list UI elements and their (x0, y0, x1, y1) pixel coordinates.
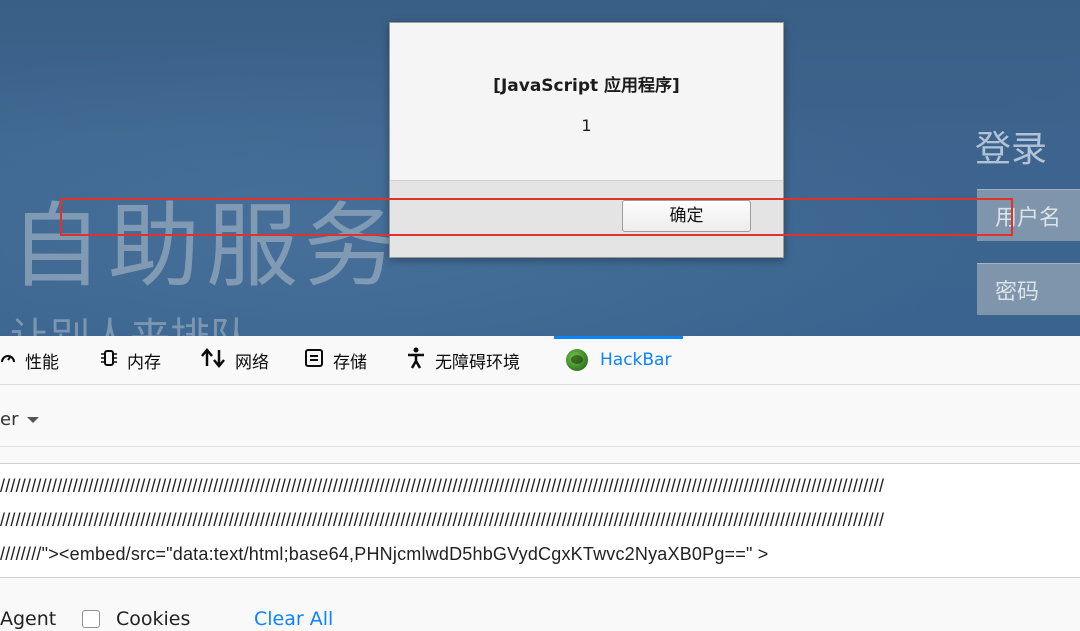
user-agent-label[interactable]: Agent (0, 608, 56, 630)
hackbar-toolbar: er (0, 396, 1080, 447)
cookies-checkbox[interactable] (82, 610, 100, 628)
storage-icon (304, 348, 324, 373)
url-line: ////////////////////////////////////////… (0, 476, 885, 496)
tab-label: HackBar (600, 350, 672, 370)
performance-icon (0, 350, 16, 371)
url-line: ////////////////////////////////////////… (0, 510, 885, 530)
accessibility-icon (406, 347, 426, 374)
tab-network[interactable]: 网络 (200, 336, 269, 384)
url-line: ////////"><embed/src="data:text/html;bas… (0, 544, 769, 564)
tab-performance[interactable]: 性能 (0, 336, 59, 384)
tab-hackbar[interactable]: HackBar (553, 336, 684, 384)
tab-label: 存储 (333, 352, 367, 373)
url-textarea[interactable]: ////////////////////////////////////////… (0, 463, 1080, 578)
tab-label: 无障碍环境 (435, 352, 520, 373)
tab-label: 性能 (25, 352, 59, 373)
dialog-message: 1 (581, 116, 592, 135)
clear-all-link[interactable]: Clear All (254, 608, 333, 630)
tab-storage[interactable]: 存储 (304, 336, 367, 384)
tab-memory[interactable]: 内存 (100, 336, 161, 384)
tab-label: 网络 (235, 352, 269, 373)
password-field[interactable]: 密码 (977, 263, 1080, 315)
tab-label: 内存 (127, 352, 161, 373)
dialog-title: [JavaScript 应用程序] (493, 76, 680, 96)
tab-accessibility[interactable]: 无障碍环境 (406, 336, 520, 384)
hackbar-options-row: Agent Cookies Clear All (0, 598, 1080, 631)
devtools-panel: 性能 内存 网络 存储 无障碍环境 HackBar er ///////////… (0, 336, 1080, 631)
chevron-down-icon[interactable] (27, 417, 39, 423)
devtools-tabbar: 性能 内存 网络 存储 无障碍环境 HackBar (0, 336, 1080, 385)
network-icon (200, 347, 226, 373)
login-title: 登录 (975, 129, 1048, 170)
hero-subtitle: 让别人来排队 (10, 305, 250, 336)
hero-title: 自助服务 (10, 193, 403, 300)
payload-highlight-box (60, 198, 1013, 236)
encoding-dropdown-label[interactable]: er (0, 409, 18, 430)
hackbar-icon (566, 349, 588, 371)
memory-icon (100, 349, 118, 372)
cookies-label[interactable]: Cookies (116, 608, 190, 630)
dialog-body (390, 23, 783, 180)
